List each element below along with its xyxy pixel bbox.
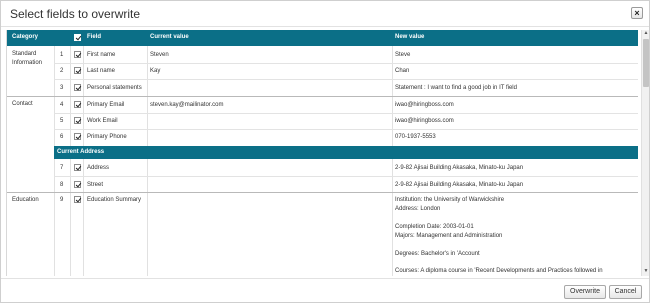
field-label: Personal statements <box>87 85 142 91</box>
row-number: 8 <box>60 182 64 188</box>
column-divider <box>70 46 71 276</box>
category-education: Education <box>12 197 39 203</box>
row-checkbox[interactable] <box>74 196 81 203</box>
row-divider <box>54 129 638 130</box>
scrollbar-thumb[interactable] <box>643 39 649 87</box>
field-label: First name <box>87 52 116 58</box>
close-icon[interactable]: × <box>631 7 643 19</box>
row-checkbox[interactable] <box>74 101 81 108</box>
scroll-up-icon[interactable]: ▲ <box>642 30 650 38</box>
row-divider <box>54 79 638 80</box>
column-divider <box>147 46 148 276</box>
field-label: Street <box>87 182 104 188</box>
row-checkbox[interactable] <box>74 164 81 171</box>
education-line: Courses: A diploma course in 'Recent Dev… <box>395 268 603 274</box>
row-divider <box>54 63 638 64</box>
new-value: iwao@hiringboss.com <box>395 102 454 108</box>
field-label: Primary Phone <box>87 134 127 140</box>
current-value: Kay <box>150 68 161 74</box>
current-value: Steven <box>150 52 169 58</box>
field-label: Last name <box>87 68 116 74</box>
fields-table: Category Field Current value New value S… <box>6 30 638 276</box>
new-value: 070-1937-5553 <box>395 134 436 140</box>
current-value: steven.kay@mailinator.com <box>150 102 224 108</box>
overwrite-button[interactable]: Overwrite <box>564 285 606 299</box>
row-number: 3 <box>60 85 64 91</box>
new-value: 2-9-82 Ajisai Building Akasaka, Minato-k… <box>395 165 524 171</box>
dialog-title: Select fields to overwrite <box>10 7 141 21</box>
subsection-header-current-address: Current Address <box>54 146 638 159</box>
row-number: 7 <box>60 165 64 171</box>
field-label: Address <box>87 165 110 171</box>
row-number: 4 <box>60 102 64 108</box>
row-number: 5 <box>60 118 64 124</box>
header-current-value: Current value <box>150 34 189 40</box>
field-label: Work Email <box>87 118 118 124</box>
category-standard-information: Standard Information <box>12 51 43 66</box>
vertical-scrollbar[interactable]: ▲ ▼ <box>641 30 649 276</box>
field-label: Primary Email <box>87 102 125 108</box>
row-checkbox[interactable] <box>74 117 81 124</box>
new-value: 2-9-82 Ajisai Building Akasaka, Minato-k… <box>395 182 524 188</box>
row-checkbox[interactable] <box>74 51 81 58</box>
education-line: Address: London <box>395 206 441 212</box>
category-contact: Contact <box>12 101 33 107</box>
section-divider <box>7 96 638 97</box>
dialog-footer: Overwrite Cancel <box>1 278 649 303</box>
section-divider <box>7 192 638 193</box>
row-number: 6 <box>60 134 64 140</box>
row-number: 2 <box>60 68 64 74</box>
table-header: Category Field Current value New value <box>7 30 638 46</box>
field-label: Education Summary <box>87 197 142 203</box>
cancel-button[interactable]: Cancel <box>609 285 642 299</box>
row-number: 9 <box>60 197 64 203</box>
header-field: Field <box>87 34 102 40</box>
education-line: Degrees: Bachelor's in 'Account <box>395 251 480 257</box>
dialog-header: Select fields to overwrite × <box>1 1 649 27</box>
row-checkbox[interactable] <box>74 181 81 188</box>
row-checkbox[interactable] <box>74 133 81 140</box>
row-checkbox[interactable] <box>74 67 81 74</box>
education-line: Institution: the University of Warwicksh… <box>395 197 505 203</box>
row-divider <box>54 176 638 177</box>
select-fields-dialog: Select fields to overwrite × Category Fi… <box>0 0 650 303</box>
new-value: Chan <box>395 68 410 74</box>
education-line: Majors: Management and Administration <box>395 233 503 239</box>
column-divider <box>83 46 84 276</box>
row-number: 1 <box>60 52 64 58</box>
new-value: Statement : I want to find a good job in… <box>395 85 517 91</box>
new-value: iwao@hiringboss.com <box>395 118 454 124</box>
row-divider <box>54 113 638 114</box>
header-new-value: New value <box>395 34 425 40</box>
subsection-title: Current Address <box>57 149 105 155</box>
column-divider <box>54 46 55 276</box>
select-all-checkbox[interactable] <box>74 34 81 41</box>
scroll-down-icon[interactable]: ▼ <box>642 268 650 276</box>
column-divider <box>392 46 393 276</box>
education-line: Completion Date: 2003-01-01 <box>395 224 474 230</box>
new-value: Steve <box>395 52 411 58</box>
row-checkbox[interactable] <box>74 84 81 91</box>
header-category: Category <box>12 34 39 40</box>
